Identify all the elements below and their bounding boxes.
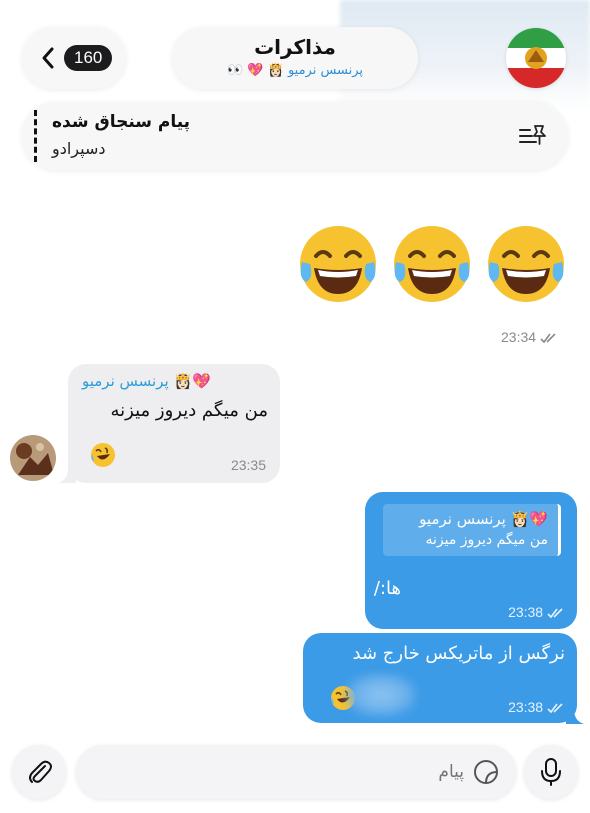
message-text: من میگم دیروز میزنه — [110, 400, 268, 421]
avatar-image-icon — [10, 435, 56, 481]
chat-title: مذاکرات — [254, 35, 336, 59]
paperclip-icon — [29, 760, 52, 783]
message-input-container[interactable] — [76, 745, 516, 799]
subtitle-text: پرنسس نرمیو — [287, 63, 364, 78]
tears-of-joy-icon — [488, 226, 564, 302]
message-time: 23:38 — [508, 604, 565, 620]
attach-button[interactable] — [12, 745, 66, 799]
double-check-icon — [547, 703, 563, 714]
princess-emoji-icon: 👸🏻 — [173, 372, 193, 390]
sender-name-text: پرنسس نرمیو — [82, 372, 169, 390]
voice-record-button[interactable] — [524, 745, 578, 799]
reply-sender-text: پرنسس نرمیو — [419, 510, 506, 528]
double-check-icon — [540, 333, 556, 344]
message-text: نرگس از ماتریکس خارج شد — [352, 643, 565, 664]
pinned-text: دسپرادو — [52, 139, 106, 158]
emoji-message[interactable] — [296, 222, 568, 306]
reply-sender: 💖👸🏻 پرنسس نرمیو — [419, 510, 548, 528]
bubble-tail — [566, 709, 584, 724]
microphone-icon — [541, 758, 561, 786]
sparkling-heart-icon: 💖 — [247, 63, 264, 78]
group-avatar[interactable] — [506, 28, 566, 88]
chevron-left-icon — [42, 47, 54, 69]
princess-emoji-icon: 👸🏻 — [510, 510, 530, 528]
outgoing-reply-message[interactable]: 💖👸🏻 پرنسس نرمیو من میگم دیروز میزنه ها:/… — [365, 492, 577, 629]
pinned-indicator — [34, 110, 37, 162]
sparkling-heart-icon: 💖 — [529, 510, 548, 528]
pinned-message-bar[interactable]: پیام سنجاق شده دسپرادو — [22, 102, 568, 170]
message-time: 23:38 — [508, 699, 565, 715]
princess-emoji-icon: 👸🏻 — [267, 63, 284, 78]
rolling-laughing-icon — [91, 443, 115, 467]
pin-list-icon[interactable] — [518, 122, 548, 150]
message-time: 23:35 — [230, 457, 266, 473]
reply-quote[interactable]: 💖👸🏻 پرنسس نرمیو من میگم دیروز میزنه — [383, 504, 561, 556]
double-check-icon — [547, 608, 563, 619]
flag-emblem-icon — [506, 28, 566, 88]
message-text: ها:/ — [373, 578, 401, 599]
pinned-title: پیام سنجاق شده — [52, 112, 191, 132]
chat-title-area[interactable]: مذاکرات پرنسس نرمیو 👸🏻 💖 👀 — [172, 27, 418, 89]
time-text: 23:38 — [508, 699, 544, 715]
time-text: 23:34 — [501, 329, 537, 345]
sender-name: 💖👸🏻 پرنسس نرمیو — [82, 372, 211, 390]
sparkling-heart-icon: 💖 — [192, 372, 211, 390]
sticker-icon[interactable] — [472, 758, 500, 786]
sender-avatar[interactable] — [10, 435, 56, 481]
message-input[interactable] — [94, 745, 464, 799]
eyes-icon: 👀 — [226, 63, 244, 78]
reply-text: من میگم دیروز میزنه — [425, 532, 548, 548]
chat-subtitle: پرنسس نرمیو 👸🏻 💖 👀 — [172, 61, 418, 81]
tears-of-joy-icon — [394, 226, 470, 302]
incoming-message[interactable]: 💖👸🏻 پرنسس نرمیو من میگم دیروز میزنه 23:3… — [68, 364, 280, 483]
back-button[interactable]: 160 — [22, 27, 126, 89]
emoji-message-time: 23:34 — [501, 329, 558, 345]
time-text: 23:38 — [508, 604, 544, 620]
tears-of-joy-icon — [300, 226, 376, 302]
unread-count-badge: 160 — [64, 45, 113, 71]
blurred-region — [345, 673, 417, 717]
